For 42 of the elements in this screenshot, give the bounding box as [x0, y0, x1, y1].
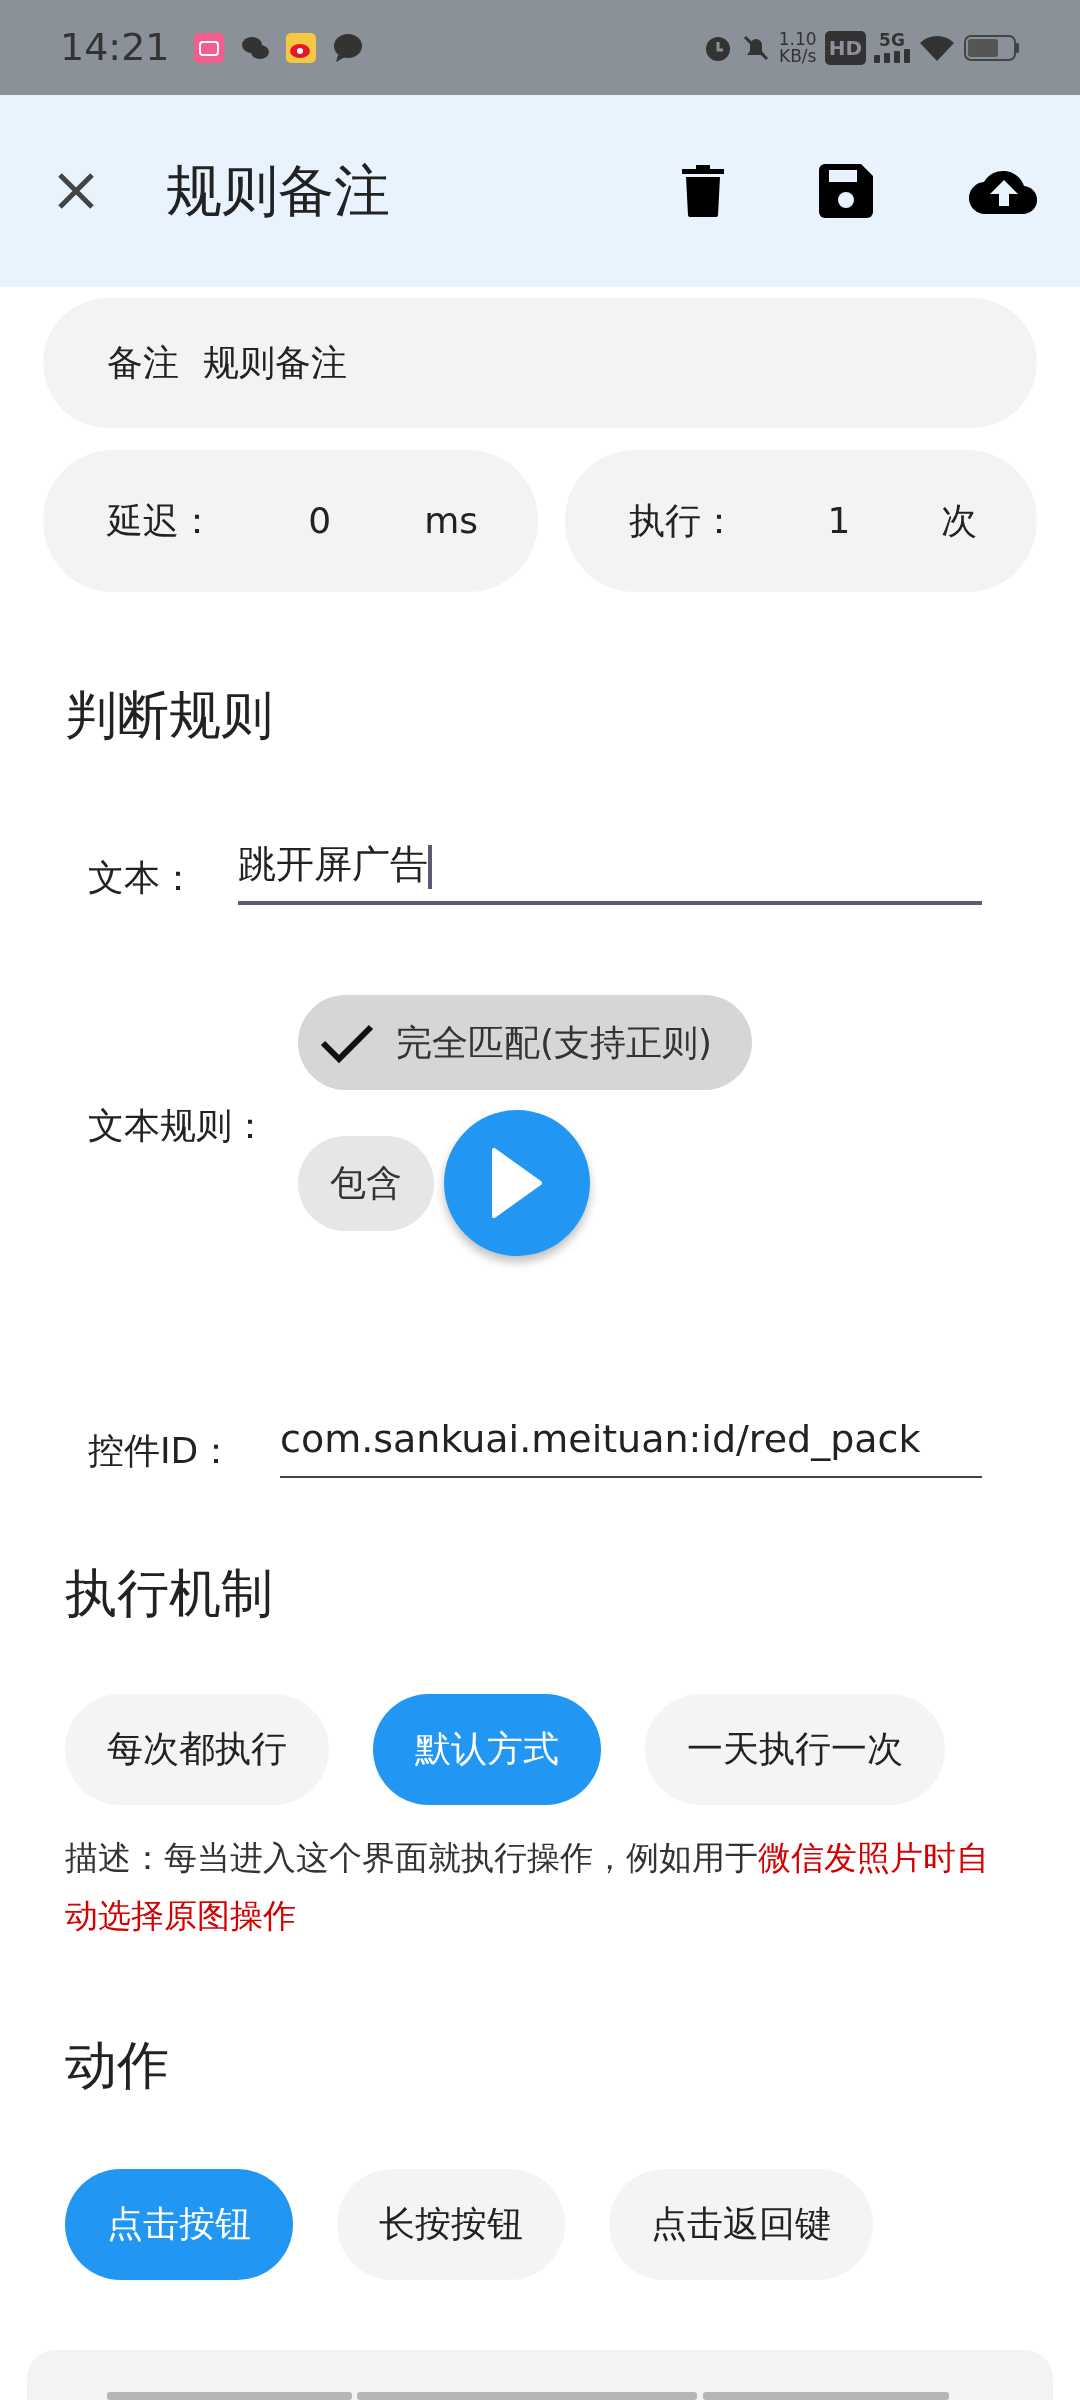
section-heading: 判断规则 [64, 684, 274, 747]
play-button[interactable] [444, 1110, 590, 1257]
section-heading: 动作 [64, 2034, 170, 2097]
trash-icon [682, 165, 724, 217]
remark-field[interactable]: 备注 规则备注 [43, 298, 1037, 428]
signal-icon [874, 49, 910, 63]
delete-button[interactable] [682, 165, 724, 217]
field-label: 控件ID： [88, 1429, 236, 1474]
choice-chip[interactable]: 点击返回键 [609, 2168, 873, 2280]
page-title: 规则备注 [166, 157, 390, 225]
battery-icon [964, 33, 1020, 62]
field-label: 文本： [88, 856, 197, 901]
field-label: 延迟： [107, 499, 215, 543]
app-icon [193, 32, 224, 63]
filter-chip[interactable]: 包含 [298, 1135, 434, 1231]
unit-label: ms [424, 499, 478, 543]
section-heading: 执行机制 [64, 1562, 274, 1625]
close-button[interactable] [56, 171, 96, 211]
save-button[interactable] [819, 164, 873, 218]
filter-chip[interactable]: 完全匹配(支持正则) [298, 995, 753, 1091]
choice-chip[interactable]: 每次都执行 [65, 1693, 329, 1805]
field-label: 备注 [107, 341, 179, 385]
close-icon [56, 171, 96, 211]
choice-chip[interactable]: 一天执行一次 [645, 1693, 945, 1805]
number-field[interactable]: 1 [737, 494, 941, 548]
field-value: 规则备注 [203, 341, 347, 385]
message-icon [331, 32, 364, 63]
input-field[interactable]: com.sankuai.meituan:id/red_pack [280, 1411, 982, 1479]
number-field[interactable]: 0 [215, 494, 425, 548]
hd-badge: HD [824, 30, 866, 65]
field-label: 执行： [629, 499, 737, 543]
input-field[interactable]: 跳开屏广告 [238, 836, 982, 906]
field-label: 文本规则： [88, 1103, 269, 1148]
unit-label: 次 [941, 499, 977, 543]
network-speed: 1.10 KB/s [778, 30, 817, 65]
choice-chip[interactable]: 长按按钮 [337, 2168, 565, 2280]
play-icon [492, 1148, 542, 1219]
status-time: 14:21 [60, 24, 170, 71]
check-icon [320, 1022, 374, 1063]
network-type: 5G [878, 32, 906, 49]
description-text: 描述：每当进入这个界面就执行操作，例如用于微信发照片时自动选择原图操作 [64, 1836, 990, 1937]
app-icon [285, 32, 316, 63]
